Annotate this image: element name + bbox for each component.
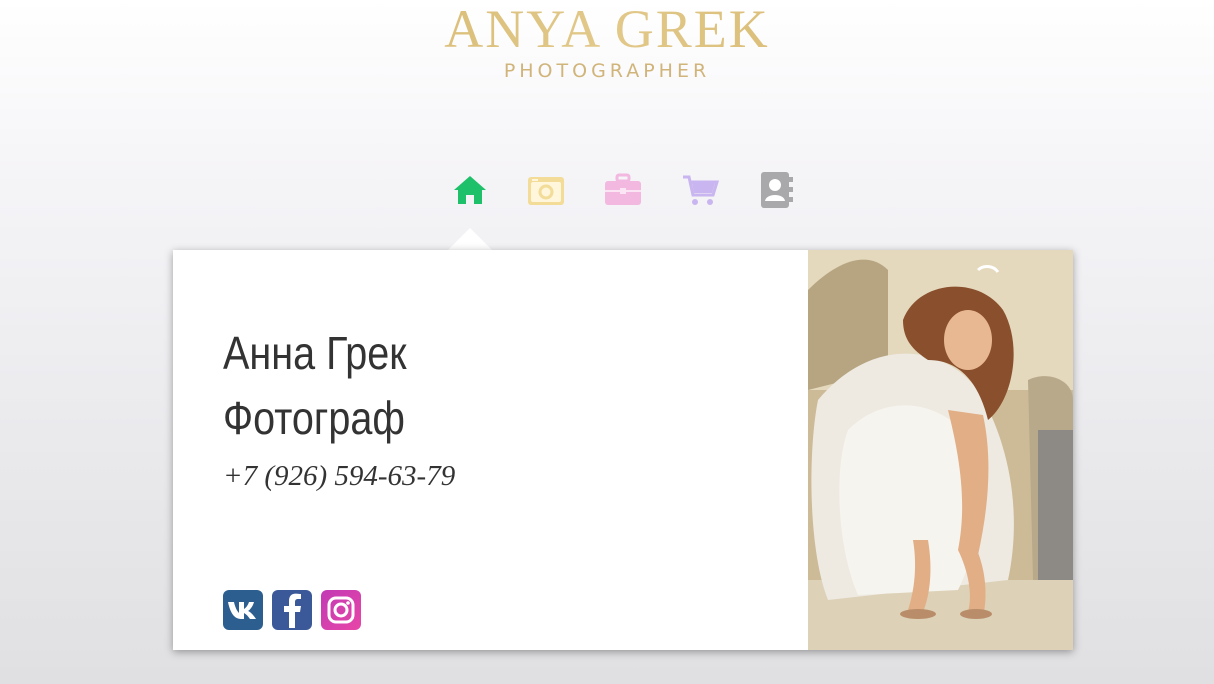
facebook-link[interactable]: [272, 590, 312, 630]
main-nav: [0, 168, 1214, 212]
social-links: [223, 590, 361, 630]
instagram-icon: [327, 596, 355, 624]
instagram-link[interactable]: [321, 590, 361, 630]
business-card: Анна Грек Фотограф +7 (926) 594-63-79: [173, 250, 1073, 650]
person-title: Фотограф: [223, 392, 405, 444]
cart-icon: [683, 175, 719, 205]
nav-home[interactable]: [448, 168, 492, 212]
home-icon: [454, 176, 486, 204]
nav-gallery[interactable]: [524, 168, 568, 212]
vk-link[interactable]: [223, 590, 263, 630]
nav-contacts[interactable]: [754, 168, 798, 212]
facebook-icon: [284, 593, 301, 628]
vk-icon: [228, 602, 256, 619]
bride-photo-illustration: [808, 250, 1073, 650]
logo-name: ANYA GREK: [0, 0, 1214, 58]
camera-icon: [528, 177, 564, 205]
briefcase-icon: [605, 173, 641, 205]
contacts-icon: [761, 172, 793, 208]
phone-number[interactable]: +7 (926) 594-63-79: [223, 460, 455, 493]
person-name: Анна Грек: [223, 327, 407, 379]
nav-shop[interactable]: [678, 168, 722, 212]
nav-services[interactable]: [601, 168, 645, 212]
portrait-photo: [808, 250, 1073, 650]
logo-subtitle: PHOTOGRAPHER: [503, 60, 711, 82]
active-tab-pointer: [448, 228, 492, 250]
